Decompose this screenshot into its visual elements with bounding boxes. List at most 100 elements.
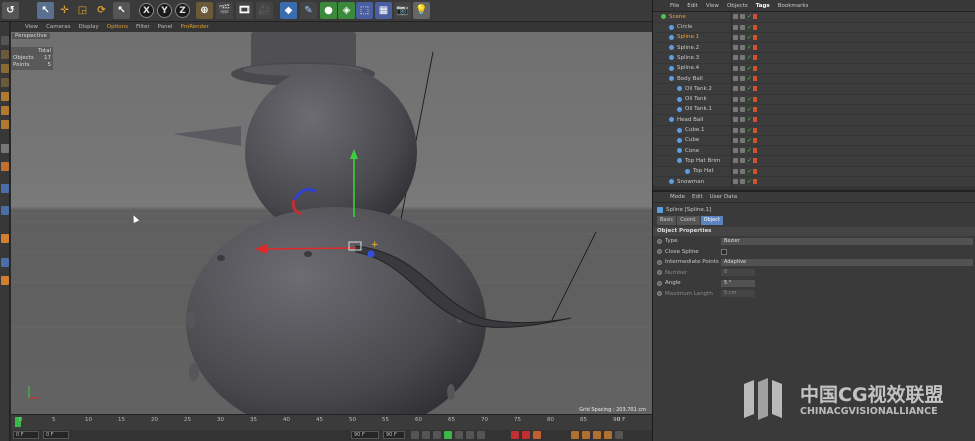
render-visibility-icon[interactable] <box>740 137 745 143</box>
om-menu-tags[interactable]: Tags <box>756 3 770 9</box>
record-button[interactable] <box>511 431 519 439</box>
spline-pen-icon[interactable]: ✎ <box>300 2 317 19</box>
object-name[interactable]: Snowman <box>677 179 704 185</box>
animate-dot-icon[interactable] <box>657 249 662 255</box>
render-visibility-icon[interactable] <box>740 117 745 123</box>
tag-icon[interactable] <box>753 96 757 102</box>
tag-icon[interactable] <box>753 127 757 133</box>
enabled-check-icon[interactable]: ✓ <box>747 76 752 82</box>
deformer-icon[interactable]: ◈ <box>338 2 355 19</box>
light-icon[interactable]: 💡 <box>413 2 430 19</box>
visibility-flags[interactable]: ✓ <box>733 148 752 154</box>
object-name[interactable]: Top Hat Brim <box>685 158 720 164</box>
enabled-check-icon[interactable]: ✓ <box>747 24 752 30</box>
object-row[interactable]: Cone ✓ <box>653 146 975 157</box>
render-visibility-icon[interactable] <box>740 24 745 30</box>
y-axis-lock[interactable]: Y <box>157 3 172 18</box>
render-visibility-icon[interactable] <box>740 106 745 112</box>
visibility-flags[interactable]: ✓ <box>733 14 752 20</box>
polygons-mode-icon[interactable] <box>1 120 9 129</box>
tag-icon[interactable] <box>753 45 757 51</box>
visibility-flags[interactable]: ✓ <box>733 106 752 112</box>
enabled-check-icon[interactable]: ✓ <box>747 96 752 102</box>
editor-visibility-icon[interactable] <box>733 127 738 133</box>
object-row[interactable]: Spline.4 ✓ <box>653 64 975 74</box>
viewport-menu-options[interactable]: Options <box>107 24 128 30</box>
render-visibility-icon[interactable] <box>740 86 745 92</box>
editor-visibility-icon[interactable] <box>733 148 738 154</box>
animate-dot-icon[interactable] <box>657 280 662 286</box>
render-visibility-icon[interactable] <box>740 55 745 61</box>
current-frame-field[interactable]: 0 F <box>13 431 39 439</box>
visibility-flags[interactable]: ✓ <box>733 168 752 174</box>
tweak-mode-icon[interactable] <box>1 162 9 171</box>
editor-visibility-icon[interactable] <box>733 24 738 30</box>
tag-icon[interactable] <box>753 158 757 164</box>
viewport-menu-filter[interactable]: Filter <box>136 24 150 30</box>
type-dropdown[interactable]: Bezier <box>721 237 973 245</box>
enabled-check-icon[interactable]: ✓ <box>747 14 752 20</box>
render-view-icon[interactable]: 🎬 <box>216 2 233 19</box>
position-key-button[interactable] <box>571 431 579 439</box>
object-row[interactable]: Scene ✓ <box>653 12 975 23</box>
render-visibility-icon[interactable] <box>740 96 745 102</box>
planar-workplane-icon[interactable] <box>1 276 9 285</box>
next-frame-button[interactable] <box>455 431 463 439</box>
coordinate-system-icon[interactable]: ⊕ <box>196 2 213 19</box>
tag-icon[interactable] <box>753 137 757 143</box>
object-name[interactable]: Spline.2 <box>677 45 699 51</box>
object-row[interactable]: Top Hat ✓ <box>653 167 975 177</box>
end-frame-field[interactable]: 90 F <box>383 431 405 439</box>
enable-axis-icon[interactable] <box>1 144 9 153</box>
undo-button[interactable]: ↺ <box>2 2 19 19</box>
tag-icon[interactable] <box>753 34 757 40</box>
render-visibility-icon[interactable] <box>740 168 745 174</box>
viewport-menu-prorender[interactable]: ProRender <box>181 24 209 30</box>
min-frame-field[interactable]: 0 F <box>43 431 69 439</box>
editor-visibility-icon[interactable] <box>733 55 738 61</box>
object-row[interactable]: Cube.1 ✓ <box>653 125 975 136</box>
tab-coord[interactable]: Coord. <box>677 216 700 225</box>
editor-visibility-icon[interactable] <box>733 76 738 82</box>
render-settings-icon[interactable]: 🎥 <box>256 2 273 19</box>
visibility-flags[interactable]: ✓ <box>733 179 752 185</box>
object-name[interactable]: Cube.1 <box>685 127 704 133</box>
om-menu-objects[interactable]: Objects <box>727 3 748 9</box>
animate-dot-icon[interactable] <box>657 259 662 265</box>
render-visibility-icon[interactable] <box>740 65 745 71</box>
tag-icon[interactable] <box>753 179 757 185</box>
object-row[interactable]: Snowman ✓ <box>653 177 975 188</box>
enabled-check-icon[interactable]: ✓ <box>747 168 752 174</box>
enabled-check-icon[interactable]: ✓ <box>747 137 752 143</box>
model-mode-icon[interactable] <box>1 50 9 59</box>
z-axis-lock[interactable]: Z <box>175 3 190 18</box>
cube-primitive-icon[interactable]: ◆ <box>280 2 297 19</box>
visibility-flags[interactable]: ✓ <box>733 127 752 133</box>
object-row[interactable]: Circle ✓ <box>653 22 975 33</box>
visibility-flags[interactable]: ✓ <box>733 55 752 61</box>
visibility-flags[interactable]: ✓ <box>733 34 752 40</box>
make-editable-icon[interactable] <box>1 36 9 45</box>
visibility-flags[interactable]: ✓ <box>733 137 752 143</box>
enabled-check-icon[interactable]: ✓ <box>747 158 752 164</box>
enabled-check-icon[interactable]: ✓ <box>747 148 752 154</box>
enabled-check-icon[interactable]: ✓ <box>747 117 752 123</box>
edges-mode-icon[interactable] <box>1 106 9 115</box>
render-visibility-icon[interactable] <box>740 148 745 154</box>
object-row[interactable]: Body Ball ✓ <box>653 74 975 85</box>
am-menu-user-data[interactable]: User Data <box>710 194 737 200</box>
render-visibility-icon[interactable] <box>740 45 745 51</box>
render-visibility-icon[interactable] <box>740 158 745 164</box>
editor-visibility-icon[interactable] <box>733 137 738 143</box>
move-tool[interactable]: ✛ <box>56 2 73 19</box>
prev-key-button[interactable] <box>422 431 430 439</box>
editor-visibility-icon[interactable] <box>733 158 738 164</box>
tag-icon[interactable] <box>753 55 757 61</box>
keyframe-selection-button[interactable] <box>533 431 541 439</box>
visibility-flags[interactable]: ✓ <box>733 86 752 92</box>
object-row[interactable]: Spline.1 ✓ <box>653 33 975 44</box>
am-menu-mode[interactable]: Mode <box>670 194 685 200</box>
editor-visibility-icon[interactable] <box>733 117 738 123</box>
render-picture-viewer-icon[interactable]: 🎞 <box>236 2 253 19</box>
tag-icon[interactable] <box>753 86 757 92</box>
